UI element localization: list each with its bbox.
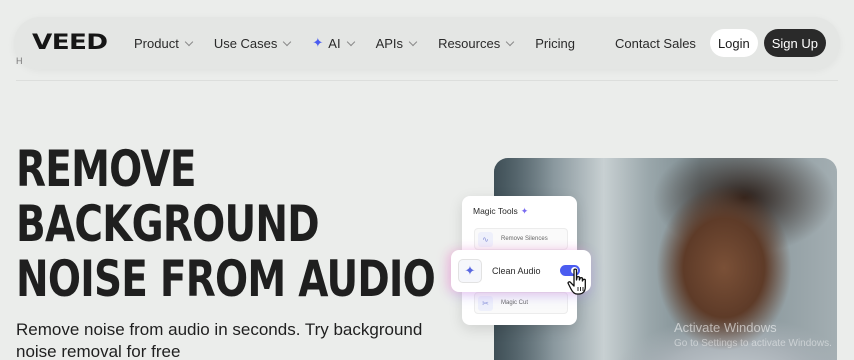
- title-line: BACKGROUND: [16, 195, 320, 253]
- chevron-down-icon: [505, 37, 515, 46]
- magic-tools-title: Magic Tools ✦: [473, 206, 528, 217]
- scissors-icon: ✂: [478, 295, 493, 311]
- veed-logo[interactable]: VEED: [32, 30, 108, 54]
- chevron-down-icon: [408, 37, 418, 46]
- chevron-down-icon: [346, 37, 355, 46]
- menu-item-product[interactable]: Product: [134, 35, 194, 51]
- hero-subtitle: Remove noise from audio in seconds. Try …: [16, 320, 423, 360]
- menu-item-apis[interactable]: APIs: [375, 35, 418, 51]
- menu-item-resources[interactable]: Resources: [438, 35, 515, 51]
- menu-item-label: AI: [328, 35, 341, 51]
- windows-watermark-sub: Go to Settings to activate Windows.: [674, 338, 832, 349]
- page-title: REMOVE BACKGROUND NOISE FROM AUDIO: [16, 140, 436, 308]
- tool-label: Remove Silences: [501, 236, 548, 242]
- title-line: REMOVE: [16, 140, 197, 198]
- sparkle-icon: ✦: [520, 206, 529, 216]
- menu-item-label: Resources: [438, 35, 501, 51]
- menu-item-use-cases[interactable]: Use Cases: [213, 35, 292, 51]
- login-button[interactable]: Login: [709, 29, 758, 57]
- menu-item-label: Product: [134, 35, 179, 51]
- sparkle-icon: ✦: [312, 35, 324, 50]
- main-menu: Product Use Cases ✦ AI APIs Resources Pr…: [134, 17, 597, 69]
- menu-item-label: Pricing: [535, 35, 575, 51]
- top-nav: VEED Product Use Cases ✦ AI APIs Resourc…: [14, 17, 840, 69]
- tool-label: Magic Cut: [501, 300, 529, 306]
- title-line: NOISE FROM AUDIO: [16, 250, 436, 308]
- sparkle-icon: ✦: [458, 259, 482, 283]
- menu-item-ai[interactable]: ✦ AI: [312, 35, 355, 51]
- divider: [16, 80, 838, 81]
- breadcrumb[interactable]: H: [16, 56, 23, 66]
- menu-item-label: APIs: [375, 35, 404, 51]
- chevron-down-icon: [184, 37, 194, 46]
- nav-actions: Contact Sales Login Sign Up: [615, 29, 826, 57]
- magic-tools-title-text: Magic Tools: [473, 206, 518, 216]
- signup-button[interactable]: Sign Up: [763, 29, 826, 57]
- chevron-down-icon: [283, 37, 292, 46]
- contact-sales-link[interactable]: Contact Sales: [615, 36, 696, 51]
- windows-watermark: Activate Windows: [674, 320, 777, 335]
- menu-item-pricing[interactable]: Pricing: [535, 36, 575, 51]
- tool-magic-cut[interactable]: ✂ Magic Cut: [474, 292, 568, 314]
- waveform-icon: ∿: [478, 231, 493, 247]
- hand-cursor-icon: [567, 268, 586, 295]
- clean-audio-label: Clean Audio: [492, 266, 541, 276]
- menu-item-label: Use Cases: [213, 35, 278, 51]
- tool-remove-silences[interactable]: ∿ Remove Silences: [474, 228, 568, 250]
